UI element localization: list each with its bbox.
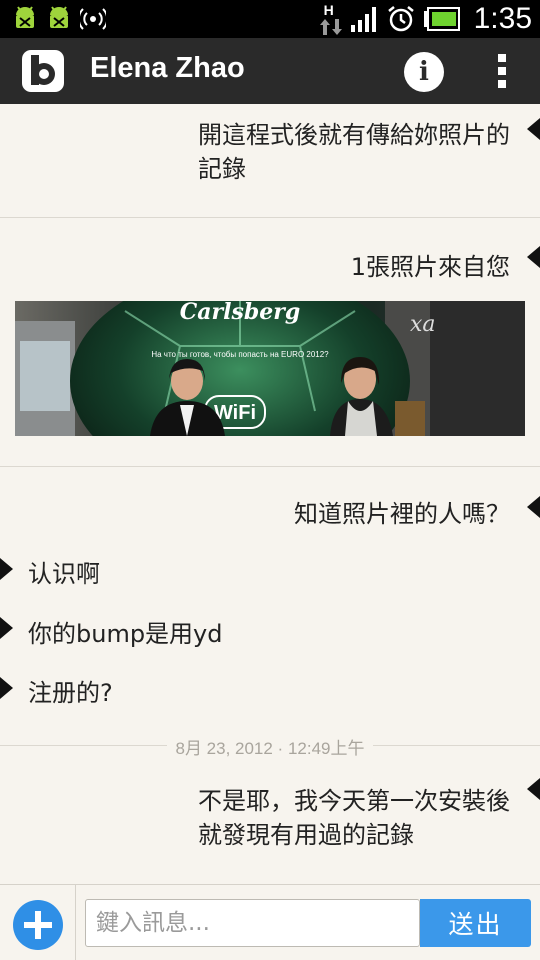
network-type: H [323, 2, 334, 18]
overflow-menu-icon[interactable] [490, 52, 514, 92]
alarm-icon [387, 6, 414, 32]
send-button[interactable]: 送出 [420, 899, 531, 947]
app-bar: Elena Zhao i [0, 38, 540, 104]
photo-sign-text: Carlsberg [180, 301, 300, 325]
battery-icon [423, 7, 460, 31]
outgoing-tail-icon [527, 118, 540, 140]
compose-bar: 送出 [0, 884, 540, 960]
bump-logo-icon[interactable] [22, 50, 64, 92]
status-system: H 1:35 [319, 2, 532, 36]
android-debug-icon [50, 6, 68, 28]
incoming-tail-icon [0, 558, 13, 580]
message-bubble-incoming[interactable]: 注册的? [28, 676, 113, 710]
message-text: 注册的? [28, 679, 113, 707]
message-list[interactable]: 開這程式後就有傳給妳照片的 記錄 1張照片來自您 Carlsberg На чт… [0, 104, 540, 884]
divider [0, 466, 540, 467]
divider [75, 885, 76, 960]
message-input[interactable] [85, 899, 420, 947]
message-text: 你的bump是用yd [28, 620, 223, 648]
clock: 1:35 [473, 2, 532, 35]
message-bubble-outgoing[interactable]: 開這程式後就有傳給妳照片的 記錄 [198, 118, 510, 186]
message-text: 記錄 [198, 155, 246, 183]
incoming-tail-icon [0, 677, 13, 699]
conversation-title: Elena Zhao [90, 52, 245, 84]
message-text: 就發現有用過的記錄 [198, 821, 414, 849]
add-attachment-button[interactable] [13, 900, 63, 950]
message-bubble-incoming[interactable]: 认识啊 [28, 557, 100, 591]
shared-photo[interactable]: Carlsberg На что ты готов, чтобы попасть… [15, 301, 525, 436]
info-button[interactable]: i [404, 52, 444, 92]
message-text: 不是耶，我今天第一次安裝後 [198, 787, 510, 815]
timestamp: 8月 23, 2012 · 12:49上午 [167, 739, 373, 758]
outgoing-tail-icon [527, 496, 540, 518]
timestamp-separator: 8月 23, 2012 · 12:49上午 [0, 734, 540, 758]
message-bubble-outgoing[interactable]: 不是耶，我今天第一次安裝後 就發現有用過的記錄 [198, 784, 510, 852]
status-notifications [12, 6, 106, 32]
message-text: 知道照片裡的人嗎？ [294, 500, 510, 528]
photo-caption: 1張照片來自您 [350, 253, 510, 281]
photo-poster-text: На что ты готов, чтобы попасть на EURO 2… [151, 350, 329, 359]
incoming-tail-icon [0, 617, 13, 639]
outgoing-tail-icon [527, 246, 540, 268]
message-text: 认识啊 [28, 560, 100, 588]
hotspot-icon [80, 8, 106, 30]
message-text: 開這程式後就有傳給妳照片的 [198, 121, 510, 149]
message-bubble-incoming[interactable]: 你的bump是用yd [28, 617, 223, 651]
outgoing-tail-icon [527, 778, 540, 800]
divider [0, 217, 540, 218]
data-arrows-icon: H [319, 2, 342, 36]
message-bubble-outgoing[interactable]: 知道照片裡的人嗎？ [294, 497, 510, 531]
photo-store-text: xa [410, 312, 436, 337]
android-debug-icon [16, 6, 34, 28]
signal-icon [350, 7, 376, 32]
status-bar: H 1:35 [0, 0, 540, 38]
message-bubble-outgoing[interactable]: 1張照片來自您 [351, 250, 510, 284]
